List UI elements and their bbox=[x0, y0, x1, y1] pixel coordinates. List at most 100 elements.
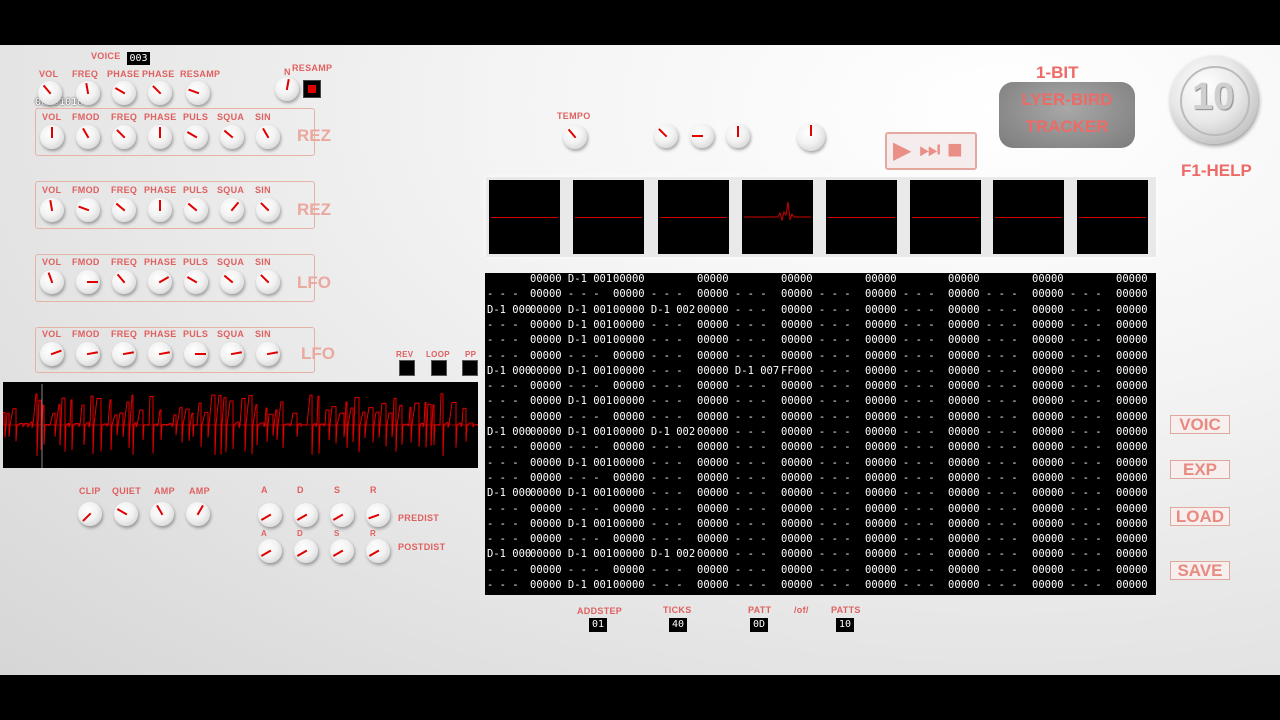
pattern-cell[interactable]: - - - bbox=[487, 563, 519, 578]
pattern-cell[interactable]: - - - bbox=[487, 287, 519, 302]
pattern-editor[interactable]: 00000 D-1 001 00000 00000 00000 00000 00000 00… bbox=[485, 273, 1156, 595]
pattern-cell[interactable]: 00000 D-1 001 bbox=[530, 547, 612, 562]
postdist-s-knob[interactable] bbox=[330, 539, 354, 563]
lfo2-fmod-knob[interactable] bbox=[76, 342, 100, 366]
pattern-row[interactable]: - - - 00000 - - - 00000 - - - 00000 - - - 00… bbox=[485, 440, 1156, 455]
pattern-row[interactable]: - - -00000 D-1 001 00000 - - -00000 - - -… bbox=[485, 394, 1156, 409]
save-button[interactable]: SAVE bbox=[1170, 561, 1230, 580]
rez2-vol-knob[interactable] bbox=[40, 198, 64, 222]
pattern-cell[interactable]: 00000 - - - bbox=[697, 502, 767, 517]
pattern-cell[interactable]: 00000 bbox=[1116, 471, 1148, 486]
pattern-cell[interactable]: 00000 D-1 002 bbox=[613, 547, 695, 562]
pattern-cell[interactable]: 00000 - - - bbox=[865, 486, 935, 501]
mix-knob-3[interactable] bbox=[726, 124, 750, 148]
top-vol-knob[interactable] bbox=[38, 81, 62, 105]
pattern-cell[interactable]: 00000 - - - bbox=[948, 349, 1018, 364]
pattern-cell[interactable]: 00000 - - - bbox=[948, 410, 1018, 425]
pattern-cell[interactable]: 00000 - - - bbox=[948, 318, 1018, 333]
pattern-cell[interactable]: 00000 - - - bbox=[697, 517, 767, 532]
lfo2-squa-knob[interactable] bbox=[220, 342, 244, 366]
waveform-display[interactable] bbox=[3, 382, 478, 468]
pattern-row[interactable]: - - -00000 D-1 001 00000 - - -00000 - - -… bbox=[485, 578, 1156, 593]
pattern-cell[interactable]: 00000 - - - bbox=[781, 379, 851, 394]
postdist-d-knob[interactable] bbox=[294, 539, 318, 563]
pattern-cell[interactable]: 00000 - - - bbox=[865, 394, 935, 409]
pattern-cell[interactable]: 00000 bbox=[1116, 303, 1148, 318]
pattern-cell[interactable]: 00000 - - - bbox=[613, 517, 683, 532]
rez2-fmod-knob[interactable] bbox=[76, 198, 100, 222]
pattern-cell[interactable]: 00000 bbox=[1116, 394, 1148, 409]
mix-knob-1[interactable] bbox=[654, 124, 678, 148]
pattern-cell[interactable]: 00000 - - - bbox=[613, 471, 683, 486]
help-label[interactable]: F1-HELP bbox=[1181, 161, 1252, 181]
exp-button[interactable]: EXP bbox=[1170, 460, 1230, 479]
pattern-row[interactable]: D-1 000 00000 D-1 001 00000 - - -00000 D-1… bbox=[485, 364, 1156, 379]
mix-knob-2[interactable] bbox=[690, 124, 714, 148]
pattern-cell[interactable]: 00000 - - - bbox=[697, 456, 767, 471]
lfo1-phase-knob[interactable] bbox=[148, 270, 172, 294]
rez1-puls-knob[interactable] bbox=[184, 125, 208, 149]
pattern-cell[interactable]: 00000 - - - bbox=[613, 563, 683, 578]
pattern-cell[interactable]: 00000 bbox=[1116, 333, 1148, 348]
lfo2-vol-knob[interactable] bbox=[40, 342, 64, 366]
pattern-cell[interactable]: 00000 - - - bbox=[530, 379, 600, 394]
pattern-cell[interactable]: 00000 - - - bbox=[697, 425, 767, 440]
pattern-cell[interactable]: 00000 - - - bbox=[1032, 394, 1102, 409]
lfo2-phase-knob[interactable] bbox=[148, 342, 172, 366]
rez1-squa-knob[interactable] bbox=[220, 125, 244, 149]
pattern-cell[interactable]: 00000 - - - bbox=[865, 502, 935, 517]
pattern-cell[interactable]: 00000 - - - bbox=[948, 486, 1018, 501]
pattern-cell[interactable]: 00000 - - - bbox=[781, 532, 851, 547]
pattern-cell[interactable]: 00000 - - - bbox=[948, 547, 1018, 562]
pattern-cell[interactable]: 00000 - - - bbox=[613, 379, 683, 394]
pattern-row[interactable]: - - - 00000 - - - 00000 - - - 00000 - - - 00… bbox=[485, 563, 1156, 578]
pattern-cell[interactable]: 00000 - - - bbox=[948, 333, 1018, 348]
pattern-row[interactable]: - - - 00000 - - - 00000 - - - 00000 - - - 00… bbox=[485, 379, 1156, 394]
pattern-cell[interactable]: 00000 bbox=[613, 273, 645, 287]
pattern-cell[interactable]: 00000 - - - bbox=[865, 410, 935, 425]
pattern-cell[interactable]: 00000 bbox=[1116, 517, 1148, 532]
pattern-cell[interactable]: 00000 - - - bbox=[1032, 456, 1102, 471]
pattern-cell[interactable]: 00000 bbox=[1116, 410, 1148, 425]
pattern-cell[interactable]: - - - bbox=[487, 349, 519, 364]
predist-d-knob[interactable] bbox=[294, 503, 318, 527]
pattern-cell[interactable]: 00000 bbox=[1116, 379, 1148, 394]
pattern-row[interactable]: - - - 00000 - - - 00000 - - - 00000 - - - 00… bbox=[485, 287, 1156, 302]
lfo1-vol-knob[interactable] bbox=[40, 270, 64, 294]
pattern-cell[interactable]: 00000 - - - bbox=[613, 394, 683, 409]
resamp-n-knob[interactable] bbox=[275, 77, 299, 101]
pattern-cell[interactable]: 00000 - - - bbox=[865, 532, 935, 547]
pattern-cell[interactable]: 00000 - - - bbox=[865, 563, 935, 578]
pattern-cell[interactable]: 00000 - - - bbox=[781, 287, 851, 302]
pattern-cell[interactable]: 00000 - - - bbox=[781, 394, 851, 409]
pattern-cell[interactable]: 00000 - - - bbox=[613, 364, 683, 379]
top-resamp-knob[interactable] bbox=[186, 81, 210, 105]
pattern-cell[interactable]: 00000 - - - bbox=[613, 349, 683, 364]
voice-scope-3[interactable] bbox=[658, 180, 729, 254]
pattern-cell[interactable]: 00000 - - - bbox=[948, 502, 1018, 517]
pattern-cell[interactable]: 00000 - - - bbox=[865, 547, 935, 562]
voice-scope-6[interactable] bbox=[910, 180, 981, 254]
stop-button[interactable]: ■ bbox=[947, 134, 963, 165]
pattern-cell[interactable]: 00000 - - - bbox=[1032, 333, 1102, 348]
pattern-cell[interactable]: 00000 D-1 001 bbox=[530, 303, 612, 318]
pattern-cell[interactable]: 00000 D-1 001 bbox=[530, 425, 612, 440]
pattern-cell[interactable]: 00000 - - - bbox=[697, 486, 767, 501]
pattern-row[interactable]: - - - 00000 - - - 00000 - - - 00000 - - - 00… bbox=[485, 349, 1156, 364]
pattern-cell[interactable]: 00000 - - - bbox=[865, 578, 935, 593]
pattern-cell[interactable]: 00000 - - - bbox=[1032, 517, 1102, 532]
pattern-row[interactable]: D-1 000 00000 D-1 001 00000 - - -00000 - -… bbox=[485, 486, 1156, 501]
pattern-cell[interactable]: 00000 - - - bbox=[1032, 547, 1102, 562]
pattern-row[interactable]: - - -00000 D-1 001 00000 - - -00000 - - -… bbox=[485, 333, 1156, 348]
pattern-cell[interactable]: 00000 - - - bbox=[948, 394, 1018, 409]
pattern-cell[interactable]: 00000 - - - bbox=[697, 578, 767, 593]
pattern-row[interactable]: 00000 D-1 001 00000 00000 00000 00000 00000 00… bbox=[485, 273, 1156, 287]
pattern-cell[interactable]: 00000 - - - bbox=[613, 486, 683, 501]
pattern-cell[interactable]: 00000 - - - bbox=[1032, 379, 1102, 394]
pattern-row[interactable]: - - -00000 D-1 001 00000 - - -00000 - - -… bbox=[485, 318, 1156, 333]
pattern-cell[interactable]: 00000 - - - bbox=[1032, 563, 1102, 578]
pattern-cell[interactable]: 00000 - - - bbox=[1032, 410, 1102, 425]
pattern-cell[interactable]: 00000 bbox=[1116, 440, 1148, 455]
pattern-cell[interactable]: - - - bbox=[487, 471, 519, 486]
pattern-cell[interactable]: 00000 - - - bbox=[1032, 425, 1102, 440]
